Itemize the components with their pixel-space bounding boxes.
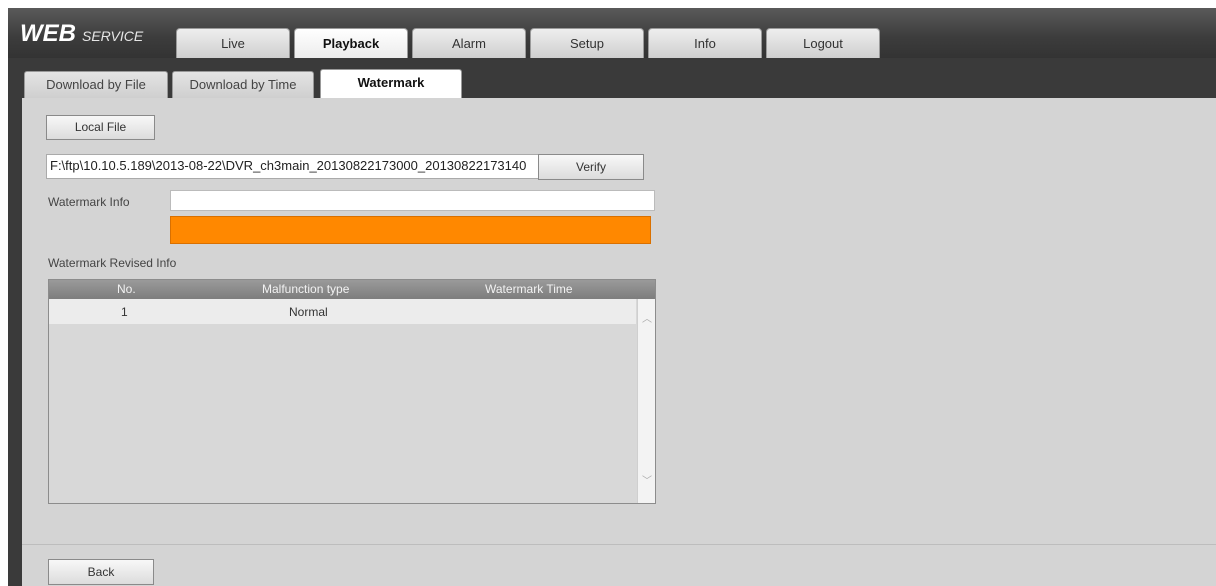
top-bar: WEB SERVICE Live Playback Alarm Setup Inf… bbox=[8, 8, 1216, 58]
tab-download-by-file[interactable]: Download by File bbox=[24, 71, 168, 98]
scroll-up-icon[interactable]: ︿ bbox=[642, 315, 652, 325]
tab-live[interactable]: Live bbox=[176, 28, 290, 58]
local-file-button[interactable]: Local File bbox=[46, 115, 155, 140]
revised-info-label: Watermark Revised Info bbox=[48, 256, 177, 270]
back-button[interactable]: Back bbox=[48, 559, 154, 585]
table-scrollbar[interactable]: ︿ ﹀ bbox=[637, 299, 655, 503]
table-row[interactable]: 1 Normal bbox=[49, 299, 636, 324]
divider bbox=[22, 544, 1216, 545]
logo: WEB SERVICE bbox=[20, 20, 143, 48]
column-header-watermark-time: Watermark Time bbox=[485, 282, 573, 296]
tab-watermark[interactable]: Watermark bbox=[320, 69, 462, 99]
logo-brand: WEB bbox=[20, 20, 76, 47]
tab-info[interactable]: Info bbox=[648, 28, 762, 58]
column-header-malfunction-type: Malfunction type bbox=[262, 282, 350, 296]
cell-no: 1 bbox=[121, 305, 128, 319]
file-path-field[interactable]: F:\ftp\10.10.5.189\2013-08-22\DVR_ch3mai… bbox=[46, 154, 539, 179]
column-header-no: No. bbox=[117, 282, 136, 296]
watermark-info-label: Watermark Info bbox=[48, 195, 130, 209]
watermark-status-bar bbox=[170, 216, 651, 244]
sub-tab-bar: Download by File Download by Time Waterm… bbox=[8, 58, 1216, 99]
logo-service: SERVICE bbox=[82, 28, 144, 44]
watermark-info-field[interactable] bbox=[170, 190, 655, 211]
tab-alarm[interactable]: Alarm bbox=[412, 28, 526, 58]
watermark-panel: Local File F:\ftp\10.10.5.189\2013-08-22… bbox=[22, 98, 1216, 586]
revised-info-table: No. Malfunction type Watermark Time 1 No… bbox=[48, 279, 656, 504]
tab-logout[interactable]: Logout bbox=[766, 28, 880, 58]
tab-download-by-time[interactable]: Download by Time bbox=[172, 71, 314, 98]
tab-playback[interactable]: Playback bbox=[294, 28, 408, 58]
scroll-down-icon[interactable]: ﹀ bbox=[642, 477, 652, 487]
table-header: No. Malfunction type Watermark Time bbox=[49, 280, 655, 299]
cell-malfunction-type: Normal bbox=[289, 305, 328, 319]
verify-button[interactable]: Verify bbox=[538, 154, 644, 180]
tab-setup[interactable]: Setup bbox=[530, 28, 644, 58]
app-frame: WEB SERVICE Live Playback Alarm Setup Inf… bbox=[8, 8, 1216, 586]
